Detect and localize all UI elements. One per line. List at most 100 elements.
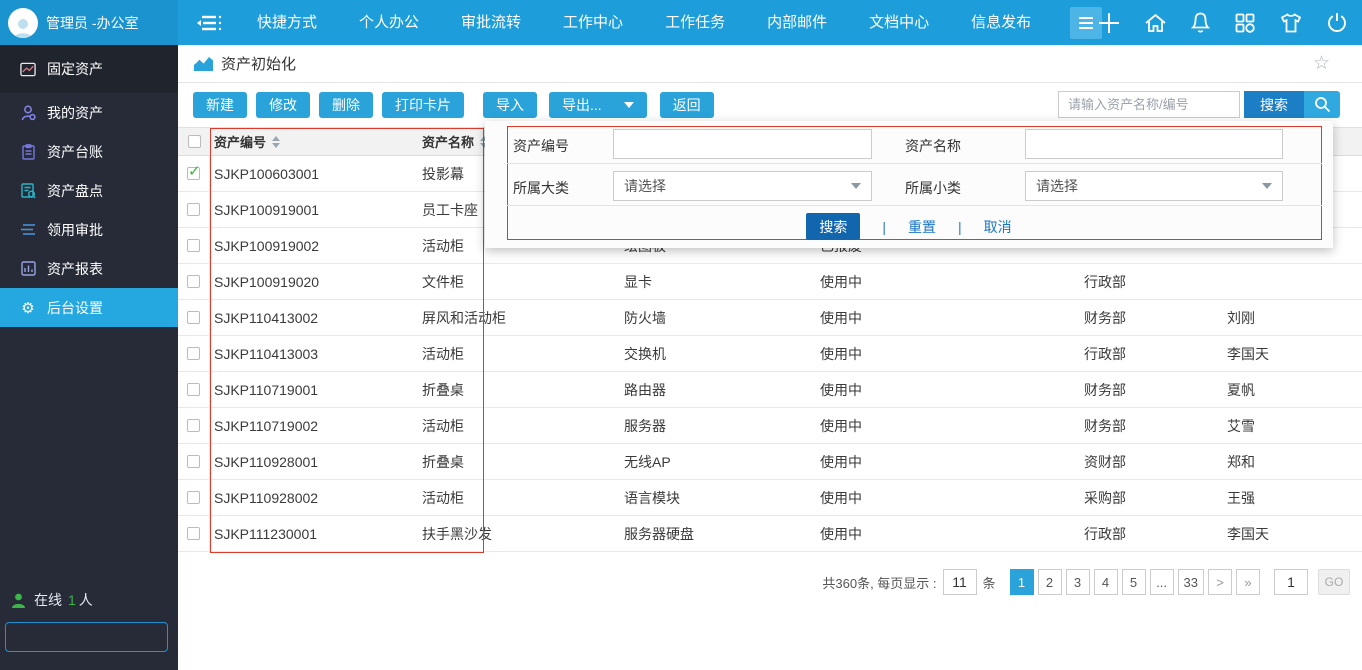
page-button-33[interactable]: 33 xyxy=(1178,569,1204,595)
page-button-5[interactable]: 5 xyxy=(1122,569,1146,595)
popup-cancel-link[interactable]: 取消 xyxy=(984,217,1012,237)
row-checkbox[interactable]: ✓ xyxy=(187,239,200,252)
header-asset-code[interactable]: 资产编号 xyxy=(210,132,418,151)
row-checkbox[interactable]: ✓ xyxy=(187,275,200,288)
home-icon[interactable] xyxy=(1144,12,1167,34)
page-size-input[interactable] xyxy=(943,569,977,595)
asset-person: 夏帆 xyxy=(1223,380,1362,400)
row-checkbox[interactable]: ✓ xyxy=(187,347,200,360)
sidebar-collapse-icon[interactable] xyxy=(196,14,222,32)
asset-person: 李国天 xyxy=(1223,524,1362,544)
asset-code: SJKP110928002 xyxy=(210,490,418,506)
print-card-button[interactable]: 打印卡片 xyxy=(382,92,464,118)
page-button-4[interactable]: 4 xyxy=(1094,569,1118,595)
asset-item: 显卡 xyxy=(620,272,816,292)
table-row[interactable]: ✓ SJKP111230001 扶手黑沙发 服务器硬盘 使用中 行政部 李国天 xyxy=(178,516,1362,552)
asset-item: 语言模块 xyxy=(620,488,816,508)
nav-personal-office[interactable]: 个人办公 xyxy=(338,0,440,45)
nav-info-publish[interactable]: 信息发布 xyxy=(950,0,1052,45)
table-row[interactable]: ✓ SJKP110413002 屏风和活动柜 防火墙 使用中 财务部 刘刚 xyxy=(178,300,1362,336)
row-checkbox[interactable]: ✓ xyxy=(187,491,200,504)
asset-name-label: 资产名称 xyxy=(905,136,961,156)
user-area[interactable]: 管理员 -办公室 xyxy=(0,0,178,45)
row-checkbox[interactable]: ✓ xyxy=(187,419,200,432)
popup-search-button[interactable]: 搜索 xyxy=(806,213,860,240)
sidebar-item-label: 我的资产 xyxy=(47,103,103,123)
nav-work-tasks[interactable]: 工作任务 xyxy=(644,0,746,45)
popup-actions: 搜索 | 重置 | 取消 xyxy=(485,213,1333,240)
popup-reset-link[interactable]: 重置 xyxy=(908,217,936,237)
row-checkbox[interactable]: ✓ xyxy=(187,203,200,216)
sidebar-item-requisition-approval[interactable]: 领用审批 xyxy=(0,210,178,249)
nav-document-center[interactable]: 文档中心 xyxy=(848,0,950,45)
major-category-select[interactable]: 请选择 xyxy=(613,171,872,201)
last-page-button[interactable]: » xyxy=(1236,569,1260,595)
nav-approval-flow[interactable]: 审批流转 xyxy=(440,0,542,45)
sidebar-item-label: 后台设置 xyxy=(47,298,103,318)
power-logout-icon[interactable] xyxy=(1326,11,1348,34)
sort-icon[interactable] xyxy=(272,136,280,148)
page-button-3[interactable]: 3 xyxy=(1066,569,1090,595)
minor-category-label: 所属小类 xyxy=(905,178,961,198)
sidebar-item-asset-reports[interactable]: 资产报表 xyxy=(0,249,178,288)
row-checkbox[interactable]: ✓ xyxy=(187,527,200,540)
asset-status: 使用中 xyxy=(816,380,1080,400)
page-button-1[interactable]: 1 xyxy=(1010,569,1034,595)
table-row[interactable]: ✓ SJKP110928002 活动柜 语言模块 使用中 采购部 王强 xyxy=(178,480,1362,516)
favorite-star-icon[interactable]: ☆ xyxy=(1313,52,1330,75)
sidebar-search-input[interactable] xyxy=(6,623,198,651)
quick-search-group: 搜索 xyxy=(1058,91,1340,118)
asset-dept: 资财部 xyxy=(1080,452,1223,472)
asset-status: 使用中 xyxy=(816,344,1080,364)
online-status: 在线 1 人 xyxy=(0,590,178,610)
quick-search-button[interactable]: 搜索 xyxy=(1244,91,1304,118)
sidebar-item-backend-settings[interactable]: ⚙ 后台设置 xyxy=(0,288,178,327)
asset-dept: 财务部 xyxy=(1080,416,1223,436)
page-jump-input[interactable] xyxy=(1274,569,1308,595)
import-button[interactable]: 导入 xyxy=(483,92,537,118)
back-button[interactable]: 返回 xyxy=(660,92,714,118)
delete-button[interactable]: 删除 xyxy=(319,92,373,118)
select-all-checkbox[interactable] xyxy=(188,135,201,148)
row-checkbox[interactable]: ✓ xyxy=(187,383,200,396)
sidebar-item-asset-ledger[interactable]: 资产台账 xyxy=(0,132,178,171)
table-row[interactable]: ✓ SJKP110413003 活动柜 交换机 使用中 行政部 李国天 xyxy=(178,336,1362,372)
search-magnifier-button[interactable] xyxy=(1304,91,1340,118)
page-button-2[interactable]: 2 xyxy=(1038,569,1062,595)
row-checkbox[interactable]: ✓ xyxy=(187,311,200,324)
sidebar-item-my-assets[interactable]: 我的资产 xyxy=(0,93,178,132)
new-button[interactable]: 新建 xyxy=(193,92,247,118)
minor-category-select[interactable]: 请选择 xyxy=(1025,171,1283,201)
sidebar-item-fixed-assets[interactable]: 固定资产 xyxy=(0,45,178,93)
nav-shortcuts[interactable]: 快捷方式 xyxy=(236,0,338,45)
sidebar-item-label: 资产盘点 xyxy=(47,181,103,201)
notifications-bell-icon[interactable] xyxy=(1190,11,1211,34)
sidebar-item-label: 资产报表 xyxy=(47,259,103,279)
table-row[interactable]: ✓ SJKP110928001 折叠桌 无线AP 使用中 资财部 郑和 xyxy=(178,444,1362,480)
asset-name-input[interactable] xyxy=(1025,129,1283,159)
theme-shirt-icon[interactable] xyxy=(1279,12,1303,34)
go-button[interactable]: GO xyxy=(1318,569,1350,595)
separator: | xyxy=(882,219,886,235)
asset-code: SJKP110719002 xyxy=(210,418,418,434)
table-row[interactable]: ✓ SJKP100919020 文件柜 显卡 使用中 行政部 xyxy=(178,264,1362,300)
nav-internal-mail[interactable]: 内部邮件 xyxy=(746,0,848,45)
asset-name: 文件柜 xyxy=(418,272,620,292)
quick-search-input[interactable] xyxy=(1058,91,1240,118)
asset-item: 交换机 xyxy=(620,344,816,364)
next-page-button[interactable]: > xyxy=(1208,569,1232,595)
row-checkbox[interactable]: ✓ xyxy=(187,455,200,468)
add-icon[interactable] xyxy=(1097,11,1121,35)
asset-name: 折叠桌 xyxy=(418,452,620,472)
popup-divider xyxy=(507,163,1322,164)
row-checkbox[interactable]: ✓ xyxy=(187,167,200,180)
nav-work-center[interactable]: 工作中心 xyxy=(542,0,644,45)
modify-button[interactable]: 修改 xyxy=(256,92,310,118)
table-row[interactable]: ✓ SJKP110719001 折叠桌 路由器 使用中 财务部 夏帆 xyxy=(178,372,1362,408)
asset-code-input[interactable] xyxy=(613,129,872,159)
export-dropdown-button[interactable]: 导出... xyxy=(549,92,647,118)
table-row[interactable]: ✓ SJKP110719002 活动柜 服务器 使用中 财务部 艾雪 xyxy=(178,408,1362,444)
apps-grid-icon[interactable] xyxy=(1234,12,1256,34)
sidebar-item-asset-inventory[interactable]: 资产盘点 xyxy=(0,171,178,210)
asset-item: 路由器 xyxy=(620,380,816,400)
